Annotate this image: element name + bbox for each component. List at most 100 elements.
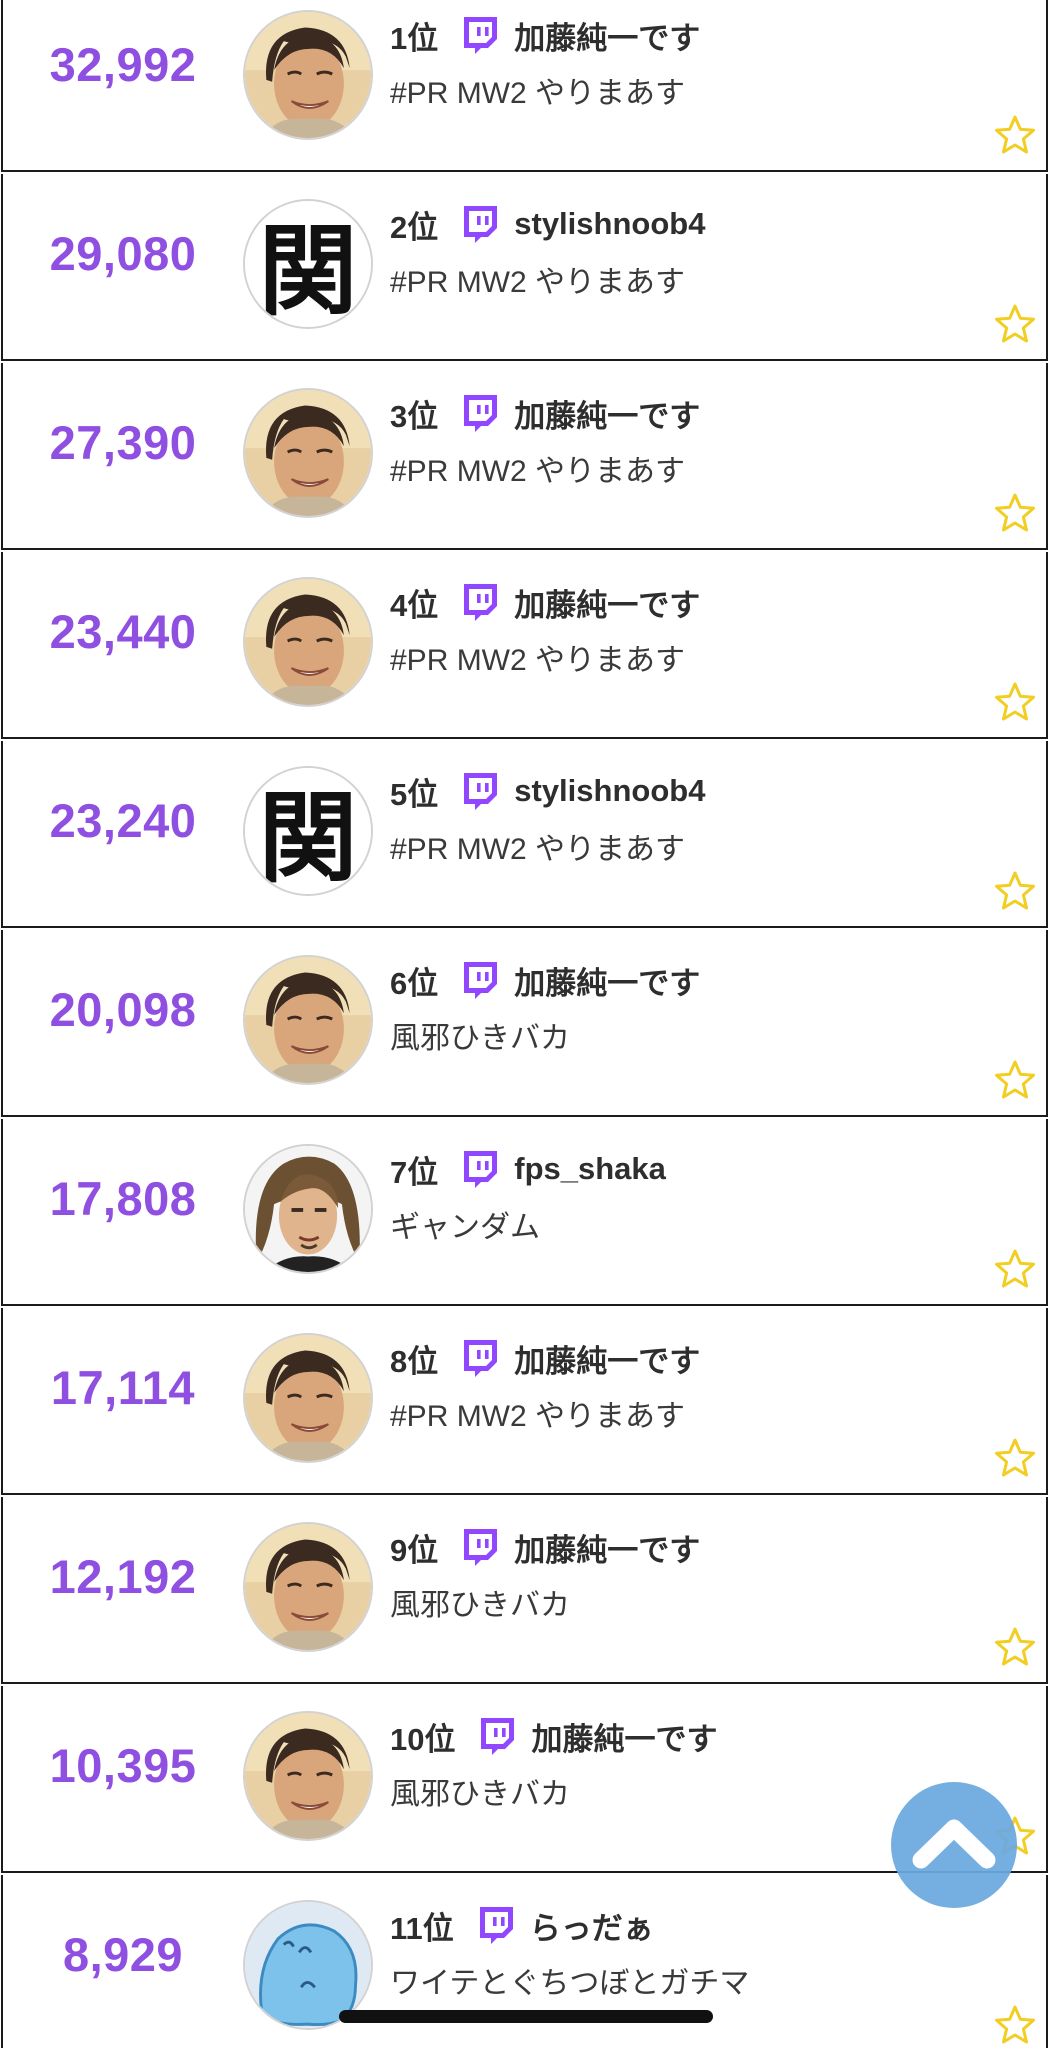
twitch-icon (460, 1149, 500, 1189)
viewer-count: 8,929 (62, 1928, 184, 1981)
stream-title[interactable]: ギャンダム (390, 1202, 540, 1246)
streamer-name[interactable]: 加藤純一です (514, 13, 700, 58)
kato-avatar[interactable] (243, 1522, 373, 1652)
twitch-icon (460, 393, 500, 433)
kato-avatar[interactable] (243, 955, 373, 1085)
stream-title[interactable]: #PR MW2 やりまあす (390, 1391, 685, 1435)
ranking-row[interactable]: 27,390 3位 加藤純一です #PR MW2 やりまあす (1, 363, 1048, 550)
ranking-row[interactable]: 20,098 6位 加藤純一です風邪ひきバカ (1, 930, 1048, 1117)
rank-label: 9位 (390, 1532, 439, 1568)
streamer-name[interactable]: stylishnoob4 (514, 206, 705, 242)
rank-and-streamer: 7位 fps_shaka (390, 1144, 666, 1194)
rank-label: 1位 (390, 20, 439, 56)
home-indicator-bar (339, 2010, 713, 2023)
twitch-icon (460, 960, 500, 1000)
streamer-name[interactable]: fps_shaka (514, 1151, 666, 1187)
streamer-name[interactable]: stylishnoob4 (514, 773, 705, 809)
shaka-avatar[interactable] (243, 1144, 373, 1274)
stream-title[interactable]: #PR MW2 やりまあす (390, 446, 685, 490)
chevron-up-icon (912, 1819, 996, 1869)
ranking-row[interactable]: 32,992 1位 加藤純一です #PR MW2 やりまあす (1, 0, 1048, 172)
stream-title[interactable]: ワイテとぐちつぼとガチマ (390, 1958, 749, 2002)
rank-and-streamer: 2位 stylishnoob4 (390, 199, 705, 249)
rank-and-streamer: 8位 加藤純一です (390, 1333, 700, 1383)
rank-label: 5位 (390, 776, 439, 812)
rank-and-streamer: 10位 加藤純一です (390, 1711, 717, 1761)
streamer-name[interactable]: らっだぁ (530, 1903, 654, 1948)
favorite-star-outline-icon[interactable] (994, 1248, 1036, 1290)
twitch-icon (460, 204, 500, 244)
twitch-icon (460, 15, 500, 55)
ranking-row[interactable]: 17,808 7位 fps_shaka ギャンダム (1, 1119, 1048, 1306)
streamer-name[interactable]: 加藤純一です (514, 1525, 700, 1570)
kato-avatar[interactable] (243, 577, 373, 707)
favorite-star-outline-icon[interactable] (994, 681, 1036, 723)
favorite-star-outline-icon[interactable] (994, 1626, 1036, 1668)
twitch-icon (477, 1716, 517, 1756)
stream-title[interactable]: #PR MW2 やりまあす (390, 635, 685, 679)
rank-label: 7位 (390, 1154, 439, 1190)
stream-ranking-list: 32,992 1位 加藤純一です #PR MW2 やりまあす 29,080 関 2位 styl… (0, 0, 1051, 2048)
kato-avatar[interactable] (243, 1333, 373, 1463)
viewer-count: 29,080 (49, 227, 197, 280)
streamer-name[interactable]: 加藤純一です (514, 391, 700, 436)
favorite-star-outline-icon[interactable] (994, 2004, 1036, 2046)
stream-title[interactable]: 風邪ひきバカ (390, 1769, 570, 1813)
twitch-icon (460, 582, 500, 622)
viewer-count: 27,390 (49, 416, 197, 469)
viewer-count: 32,992 (49, 38, 197, 91)
scroll-to-top-button[interactable] (891, 1782, 1017, 1908)
viewer-count: 23,440 (49, 605, 197, 658)
rank-and-streamer: 4位 加藤純一です (390, 577, 700, 627)
streamer-name[interactable]: 加藤純一です (514, 580, 700, 625)
twitch-icon (460, 1527, 500, 1567)
rank-and-streamer: 3位 加藤純一です (390, 388, 700, 438)
viewer-count: 17,114 (50, 1361, 196, 1414)
twitch-icon (460, 1338, 500, 1378)
stream-title[interactable]: #PR MW2 やりまあす (390, 68, 685, 112)
stream-title[interactable]: 風邪ひきバカ (390, 1013, 570, 1057)
favorite-star-outline-icon[interactable] (994, 1059, 1036, 1101)
svg-text:関: 関 (259, 214, 358, 327)
ranking-row[interactable]: 29,080 関 2位 stylishnoob4 #PR MW2 やりまあす (1, 174, 1048, 361)
ranking-row[interactable]: 17,114 8位 加藤純一です #PR MW2 やりまあす (1, 1308, 1048, 1495)
rank-and-streamer: 11位 らっだぁ (390, 1900, 654, 1950)
kanji-seki-avatar[interactable]: 関 (243, 199, 373, 329)
ranking-row[interactable]: 23,240 関 5位 stylishnoob4 #PR MW2 やりまあす (1, 741, 1048, 928)
streamer-name[interactable]: 加藤純一です (514, 958, 700, 1003)
twitch-icon (476, 1905, 516, 1945)
rank-label: 8位 (390, 1343, 439, 1379)
rank-label: 6位 (390, 965, 439, 1001)
viewer-count: 17,808 (49, 1172, 197, 1225)
rank-and-streamer: 5位 stylishnoob4 (390, 766, 705, 816)
rank-label: 2位 (390, 209, 439, 245)
viewer-count: 12,192 (49, 1550, 197, 1603)
rank-label: 3位 (390, 398, 439, 434)
rank-label: 11位 (390, 1910, 454, 1946)
ranking-row[interactable]: 23,440 4位 加藤純一です #PR MW2 やりまあす (1, 552, 1048, 739)
viewer-count: 23,240 (49, 794, 197, 847)
svg-text:関: 関 (259, 781, 358, 894)
rank-label: 10位 (390, 1721, 456, 1757)
rank-and-streamer: 9位 加藤純一です (390, 1522, 700, 1572)
rank-label: 4位 (390, 587, 439, 623)
stream-title[interactable]: #PR MW2 やりまあす (390, 824, 685, 868)
rank-and-streamer: 6位 加藤純一です (390, 955, 700, 1005)
streamer-name[interactable]: 加藤純一です (514, 1336, 700, 1381)
favorite-star-outline-icon[interactable] (994, 870, 1036, 912)
stream-title[interactable]: #PR MW2 やりまあす (390, 257, 685, 301)
rank-and-streamer: 1位 加藤純一です (390, 10, 700, 60)
streamer-name[interactable]: 加藤純一です (531, 1714, 717, 1759)
favorite-star-outline-icon[interactable] (994, 492, 1036, 534)
viewer-count: 20,098 (49, 983, 197, 1036)
kato-avatar[interactable] (243, 10, 373, 140)
kato-avatar[interactable] (243, 388, 373, 518)
ranking-row[interactable]: 12,192 9位 加藤純一です風邪ひきバカ (1, 1497, 1048, 1684)
viewer-count: 10,395 (49, 1739, 197, 1792)
favorite-star-outline-icon[interactable] (994, 1437, 1036, 1479)
favorite-star-outline-icon[interactable] (994, 114, 1036, 156)
kanji-seki-avatar[interactable]: 関 (243, 766, 373, 896)
favorite-star-outline-icon[interactable] (994, 303, 1036, 345)
kato-avatar[interactable] (243, 1711, 373, 1841)
stream-title[interactable]: 風邪ひきバカ (390, 1580, 570, 1624)
